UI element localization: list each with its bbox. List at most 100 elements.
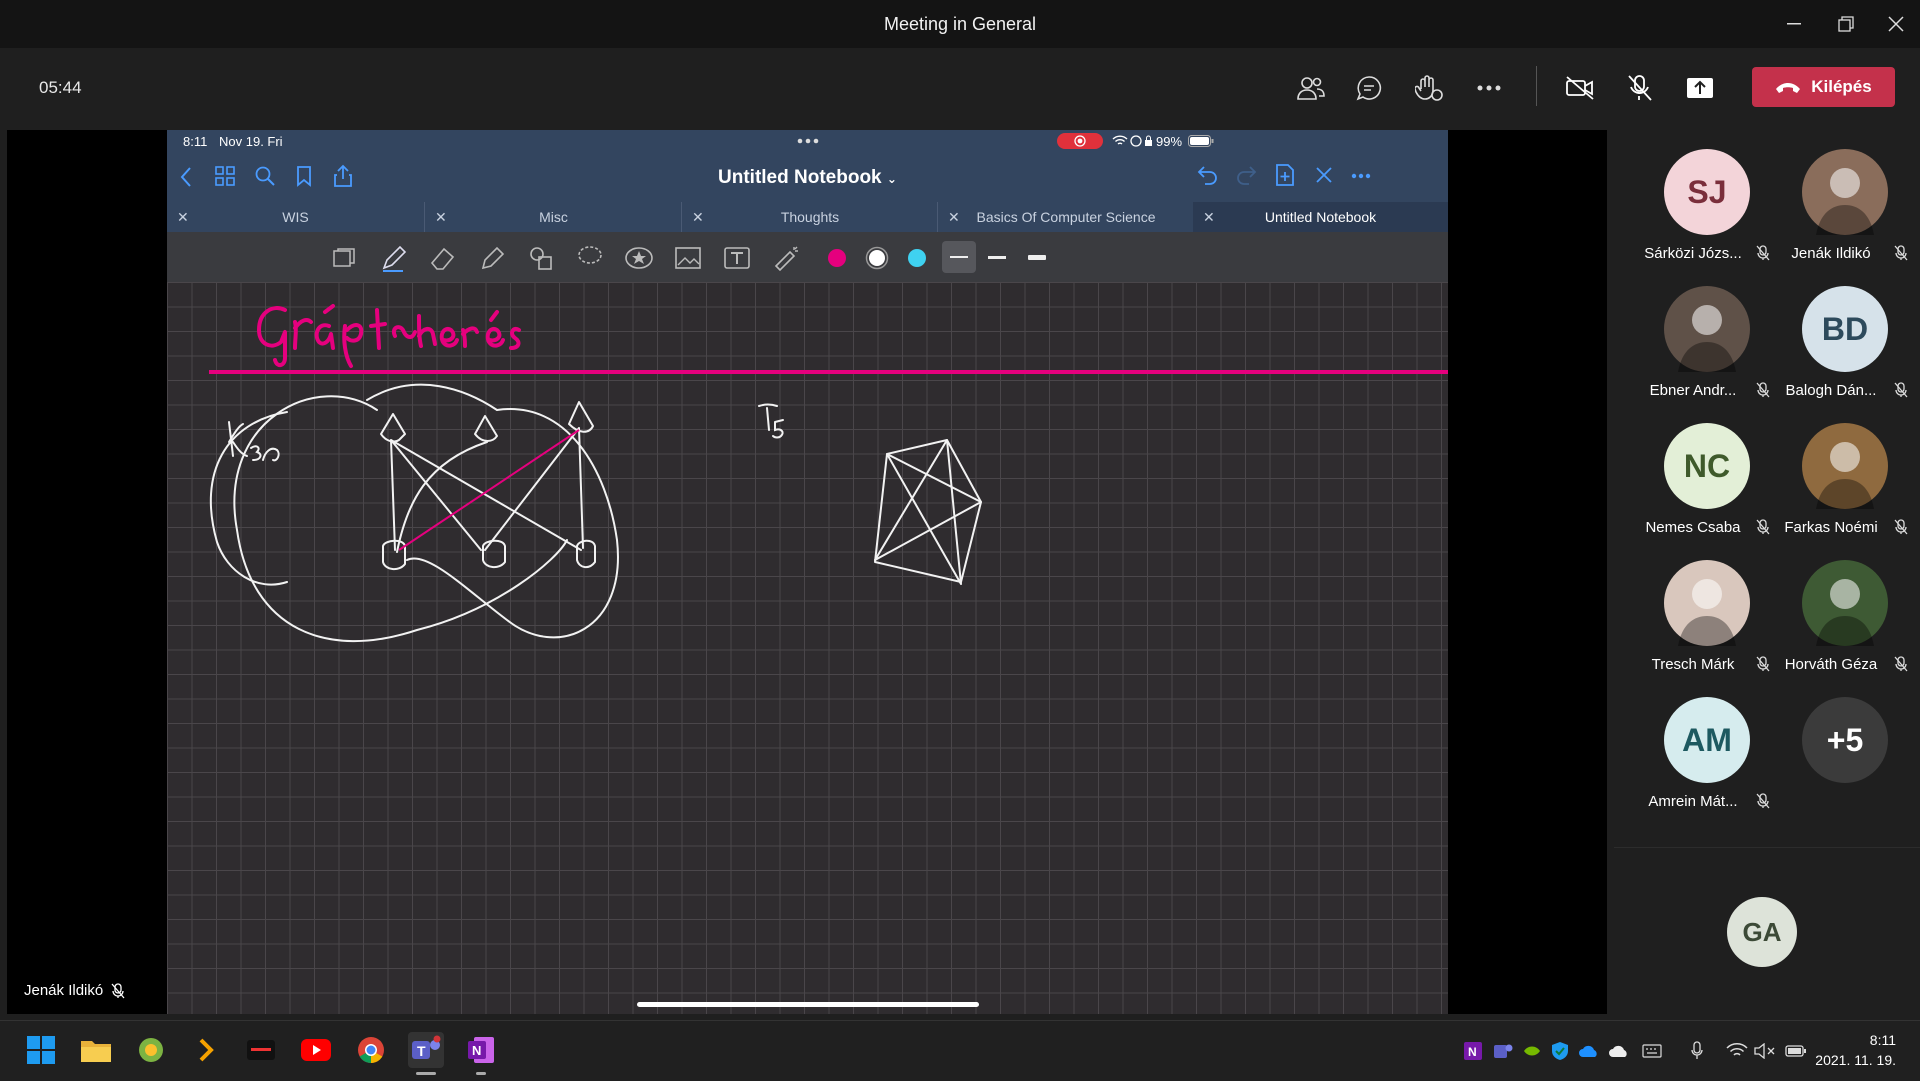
pink-heading-strokes [257, 304, 521, 368]
participant-tile[interactable]: Jenák Ildikó [1766, 149, 1916, 283]
laser-pointer-button[interactable] [770, 242, 802, 274]
shapes-icon [530, 247, 552, 270]
tray-onenote[interactable]: N [1462, 1040, 1484, 1062]
k5-label-strokes [758, 403, 784, 439]
mic-muted-icon [1894, 382, 1908, 403]
pink-edge [398, 429, 580, 551]
wifi-icon [1112, 135, 1128, 145]
presenter-label: Jenák Ildikó [24, 982, 125, 999]
redo-icon[interactable] [1235, 165, 1257, 185]
tray-microphone[interactable] [1686, 1040, 1708, 1062]
avatar-initials: AM [1682, 721, 1732, 758]
taskbar-app-3[interactable] [243, 1032, 279, 1068]
participant-tile[interactable]: Ebner Andr... [1628, 286, 1778, 420]
stroke-width-thin[interactable] [942, 241, 976, 273]
text-tool-button[interactable] [721, 242, 753, 274]
share-screen-button[interactable] [1680, 68, 1720, 108]
participant-tile[interactable]: BD Balogh Dán... [1766, 286, 1916, 420]
nvidia-icon [1524, 1046, 1540, 1056]
tray-onedrive[interactable] [1578, 1040, 1600, 1062]
more-participants-button[interactable]: +5 [1766, 697, 1916, 831]
chat-icon [1356, 76, 1382, 101]
system-clock[interactable]: 8:11 2021. 11. 19. [1815, 1030, 1896, 1070]
tab-untitled-notebook[interactable]: ✕ Untitled Notebook [1193, 202, 1448, 232]
self-avatar[interactable]: GA [1727, 897, 1797, 967]
tray-keyboard[interactable] [1641, 1040, 1663, 1062]
tray-teams[interactable] [1492, 1040, 1514, 1062]
tab-wis[interactable]: ✕ WIS [167, 202, 424, 232]
highlighter-tool-button[interactable] [476, 242, 508, 274]
close-button[interactable] [1873, 0, 1919, 48]
record-icon [1074, 135, 1086, 147]
stroke-width-medium[interactable] [981, 242, 1013, 274]
pen-color-white[interactable] [861, 242, 893, 274]
camera-toggle-button[interactable] [1560, 68, 1600, 108]
tab-basics-of-computer-science[interactable]: ✕ Basics Of Computer Science [937, 202, 1194, 232]
add-page-icon[interactable] [1275, 163, 1295, 187]
pen-tool-button[interactable] [378, 242, 410, 274]
k33-graph-strokes [209, 383, 619, 643]
start-button[interactable] [23, 1032, 59, 1068]
tab-misc[interactable]: ✕ Misc [424, 202, 682, 232]
svg-text:N: N [472, 1043, 481, 1058]
participants-panel: SJ Sárközi Józs... Jenák Ildikó Ebner Andr.… [1614, 130, 1920, 1014]
restore-button[interactable] [1823, 0, 1869, 48]
controls-divider [1536, 66, 1537, 106]
pen-color-pink[interactable] [821, 242, 853, 274]
participant-tile[interactable]: Tresch Márk [1628, 560, 1778, 694]
participant-tile[interactable]: AM Amrein Mát... [1628, 697, 1778, 831]
participant-tile[interactable]: SJ Sárközi Józs... [1628, 149, 1778, 283]
teams-button[interactable]: T [408, 1032, 444, 1068]
participant-tile[interactable]: Farkas Noémi [1766, 423, 1916, 557]
tray-nvidia[interactable] [1521, 1040, 1543, 1062]
participant-tile[interactable]: Horváth Géza [1766, 560, 1916, 694]
onenote-button[interactable]: N [463, 1032, 499, 1068]
tray-onedrive-personal[interactable] [1608, 1040, 1630, 1062]
mic-toggle-button[interactable] [1620, 68, 1660, 108]
battery-percent: 99% [1156, 134, 1183, 149]
swatch-pink [828, 249, 846, 267]
notebook-nav-bar: Untitled Notebook ⌄ [167, 152, 1448, 202]
file-explorer-button[interactable] [78, 1032, 114, 1068]
tools-close-icon[interactable] [1315, 166, 1333, 184]
taskbar-app-2[interactable] [188, 1032, 224, 1068]
color-swatch-icon [828, 249, 846, 267]
image-icon [675, 247, 701, 269]
chat-button[interactable] [1349, 68, 1389, 108]
onenote-tray-icon: N [1464, 1042, 1482, 1060]
participants-button[interactable] [1291, 68, 1331, 108]
stroke-width-thick[interactable] [1021, 242, 1053, 274]
elements-tool-button[interactable] [623, 242, 655, 274]
chrome-button[interactable] [353, 1032, 389, 1068]
lasso-tool-button[interactable] [574, 242, 606, 274]
reactions-button[interactable] [1409, 68, 1449, 108]
youtube-button[interactable] [298, 1032, 334, 1068]
avatar: SJ [1664, 149, 1750, 235]
participant-tile[interactable]: NC Nemes Csaba [1628, 423, 1778, 557]
participant-name: Jenák Ildikó [1791, 245, 1871, 262]
eraser-tool-button[interactable] [427, 242, 459, 274]
notebook-canvas[interactable] [167, 282, 1448, 1014]
shield-icon [1552, 1042, 1568, 1060]
taskbar-app-1[interactable] [133, 1032, 169, 1068]
tray-volume[interactable] [1754, 1040, 1776, 1062]
windows-logo-icon [27, 1036, 55, 1064]
more-options-button[interactable] [1469, 68, 1509, 108]
participant-name: Sárközi Józs... [1644, 245, 1742, 262]
tray-defender[interactable] [1549, 1040, 1571, 1062]
leave-meeting-button[interactable]: Kilépés [1752, 67, 1895, 107]
tray-battery[interactable] [1785, 1040, 1807, 1062]
read-only-mode-button[interactable] [329, 242, 361, 274]
panel-divider [1614, 847, 1920, 848]
undo-icon[interactable] [1197, 165, 1219, 185]
more-icon[interactable] [1351, 173, 1371, 179]
camera-off-icon [1566, 76, 1594, 100]
shape-tool-button[interactable] [525, 242, 557, 274]
minimize-button[interactable] [1771, 0, 1817, 48]
tab-thoughts[interactable]: ✕ Thoughts [681, 202, 938, 232]
pen-color-cyan[interactable] [901, 242, 933, 274]
tray-wifi[interactable] [1726, 1040, 1748, 1062]
image-tool-button[interactable] [672, 242, 704, 274]
onenote-icon: N [468, 1037, 494, 1063]
avatar [1802, 149, 1888, 235]
